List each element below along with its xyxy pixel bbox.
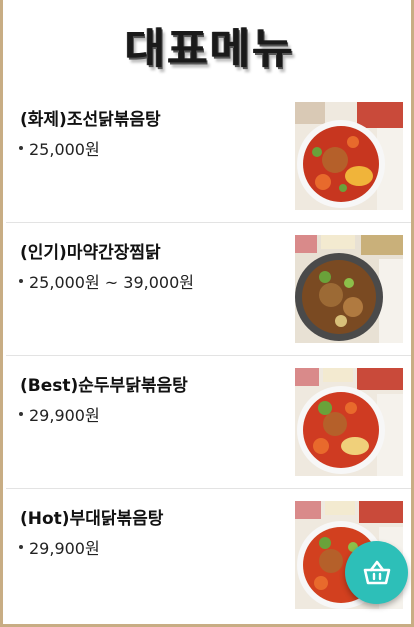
menu-item-price-row: 29,900원 xyxy=(19,535,100,559)
menu-item-price: 25,000원 ~ 39,000원 xyxy=(29,273,194,292)
bullet-icon xyxy=(19,146,23,150)
menu-item-name: (Best)순두부닭볶음탕 xyxy=(20,376,188,396)
cart-button[interactable] xyxy=(345,541,408,604)
menu-list: (화제)조선닭볶음탕 25,000원 (인기)마약간장찜닭 25,000원 ~ … xyxy=(6,90,411,622)
bullet-icon xyxy=(19,412,23,416)
menu-item-name: (화제)조선닭볶음탕 xyxy=(20,110,161,130)
menu-item-price: 29,900원 xyxy=(29,539,100,558)
page-title: 대표메뉴 xyxy=(125,25,295,74)
menu-item[interactable]: (Best)순두부닭볶음탕 29,900원 xyxy=(6,356,411,489)
menu-item-price: 25,000원 xyxy=(29,140,100,159)
menu-item-price-row: 29,900원 xyxy=(19,402,100,426)
menu-item-name: (Hot)부대닭볶음탕 xyxy=(20,509,164,529)
menu-item[interactable]: (화제)조선닭볶음탕 25,000원 xyxy=(6,90,411,223)
dish-photo[interactable] xyxy=(295,235,403,343)
menu-item-price-row: 25,000원 ~ 39,000원 xyxy=(19,269,194,293)
menu-item-price-row: 25,000원 xyxy=(19,136,100,160)
header: 대표메뉴 xyxy=(3,0,411,90)
menu-item-name: (인기)마약간장찜닭 xyxy=(20,243,161,263)
dish-photo[interactable] xyxy=(295,102,403,210)
bullet-icon xyxy=(19,545,23,549)
menu-item[interactable]: (인기)마약간장찜닭 25,000원 ~ 39,000원 xyxy=(6,223,411,356)
bullet-icon xyxy=(19,279,23,283)
basket-icon xyxy=(363,560,390,584)
menu-item-price: 29,900원 xyxy=(29,406,100,425)
page-frame: 대표메뉴 (화제)조선닭볶음탕 25,000원 (인기)마약간장찜닭 25,00… xyxy=(0,0,414,627)
dish-photo[interactable] xyxy=(295,368,403,476)
